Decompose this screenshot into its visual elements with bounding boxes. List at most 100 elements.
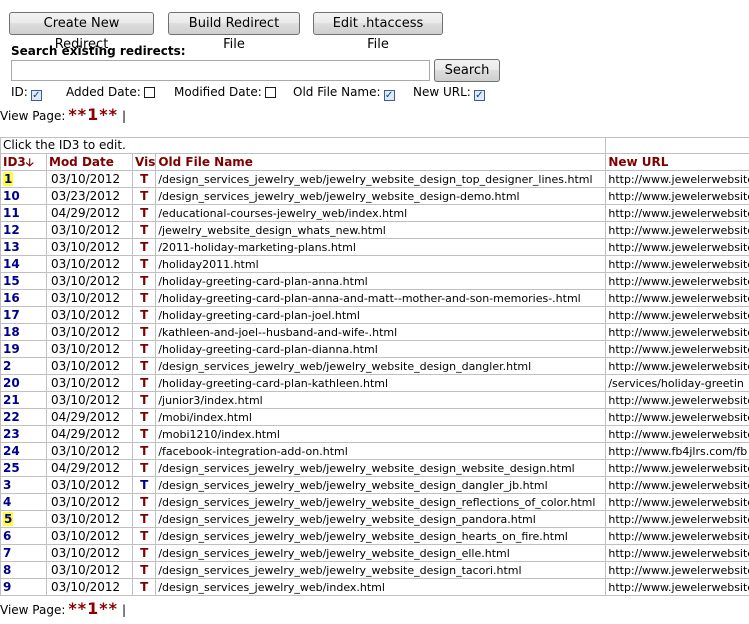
row-old-file-name: /design_services_jewelry_web/jewelry_web… <box>155 561 607 579</box>
row-mod-date: 03/10/2012 <box>46 544 133 562</box>
row-id-link[interactable]: 13 <box>3 240 20 254</box>
row-old-file-name: /design_services_jewelry_web/jewelry_web… <box>155 170 607 188</box>
row-visibility: T <box>131 187 157 205</box>
row-id-link[interactable]: 18 <box>3 325 20 339</box>
row-old-file-name: /holiday2011.html <box>155 255 607 273</box>
table-row: 6 03/10/2012 T/design_services_jewelry_web… <box>0 527 749 545</box>
row-visibility: T <box>131 527 157 545</box>
row-old-file-name: /design_services_jewelry_web/jewelry_web… <box>155 476 607 494</box>
row-id-link[interactable]: 2 <box>3 359 11 373</box>
row-id-link[interactable]: 9 <box>3 580 11 594</box>
row-id-link[interactable]: 3 <box>3 478 11 492</box>
row-old-file-name: /mobi/index.html <box>155 408 607 426</box>
header-id-label: ID3 <box>3 154 26 169</box>
row-old-file-name: /design_services_jewelry_web/jewelry_web… <box>155 527 607 545</box>
filter-new-url: New URL: <box>413 85 485 101</box>
row-visibility: T <box>131 476 157 494</box>
filter-id-checkbox[interactable] <box>30 90 42 101</box>
header-vis[interactable]: Vis <box>131 153 157 171</box>
row-id-link[interactable]: 24 <box>3 444 20 458</box>
row-new-url: http://www.jewelerwebsite <box>605 272 749 290</box>
row-id-cell: 5 <box>0 510 47 528</box>
row-mod-date: 03/10/2012 <box>46 272 133 290</box>
header-id[interactable]: ID3🡣 <box>0 153 47 171</box>
row-old-file-name: /facebook-integration-add-on.html <box>155 442 607 460</box>
row-id-link[interactable]: 22 <box>3 410 20 424</box>
row-old-file-name: /holiday-greeting-card-plan-dianna.html <box>155 340 607 358</box>
header-old-file-name[interactable]: Old File Name <box>155 153 607 171</box>
row-id-link[interactable]: 15 <box>3 274 20 288</box>
create-new-redirect-button[interactable]: Create New Redirect <box>9 12 154 52</box>
row-old-file-name: /holiday-greeting-card-plan-kathleen.htm… <box>155 374 607 392</box>
row-id-link[interactable]: 25 <box>3 461 20 475</box>
row-id-cell: 17 <box>0 306 47 324</box>
row-new-url: http://www.jewelerwebsite <box>605 306 749 324</box>
table-row: 25 04/29/2012 T/design_services_jewelry_we… <box>0 459 749 477</box>
search-input[interactable] <box>11 60 430 81</box>
row-id-cell: 6 <box>0 527 47 545</box>
row-old-file-name: /holiday-greeting-card-plan-joel.html <box>155 306 607 324</box>
row-new-url: http://www.jewelerwebsite <box>605 527 749 545</box>
row-visibility: T <box>131 374 157 392</box>
build-redirect-file-button[interactable]: Build Redirect File <box>168 12 300 52</box>
table-row: 4 03/10/2012 T/design_services_jewelry_web… <box>0 493 749 511</box>
filter-added-date-checkbox[interactable] <box>143 87 155 98</box>
row-id-link[interactable]: 11 <box>3 206 20 220</box>
row-id-link[interactable]: 4 <box>3 495 11 509</box>
pager-separator: | <box>122 603 127 617</box>
table-row: 9 03/10/2012 T/design_services_jewelry_web… <box>0 578 749 596</box>
row-old-file-name: /2011-holiday-marketing-plans.html <box>155 238 607 256</box>
edit-htaccess-button[interactable]: Edit .htaccess File <box>313 12 443 52</box>
table-row: 19 03/10/2012 T/holiday-greeting-card-plan… <box>0 340 749 358</box>
row-id-cell: 20 <box>0 374 47 392</box>
row-old-file-name: /junior3/index.html <box>155 391 607 409</box>
row-id-link[interactable]: 19 <box>3 342 20 356</box>
table-row: 3 03/10/2012 T/design_services_jewelry_web… <box>0 476 749 494</box>
row-visibility: T <box>131 544 157 562</box>
filter-old-file-name-checkbox[interactable] <box>383 90 395 101</box>
filter-modified-date-checkbox[interactable] <box>264 87 276 98</box>
row-new-url: http://www.jewelerwebsite <box>605 408 749 426</box>
row-id-cell: 12 <box>0 221 47 239</box>
table-header-row: ID3🡣 Mod Date Vis Old File Name New URL <box>0 153 749 171</box>
table-row: 21 03/10/2012 T/junior3/index.html http://w… <box>0 391 749 409</box>
row-visibility: T <box>131 289 157 307</box>
row-mod-date: 03/10/2012 <box>46 493 133 511</box>
filter-modified-date-label: Modified Date: <box>174 85 262 99</box>
row-new-url: http://www.jewelerwebsite <box>605 255 749 273</box>
row-id-link[interactable]: 12 <box>3 223 20 237</box>
row-mod-date: 03/10/2012 <box>46 442 133 460</box>
row-id-link[interactable]: 6 <box>3 529 11 543</box>
row-old-file-name: /design_services_jewelry_web/jewelry_web… <box>155 459 607 477</box>
row-new-url: http://www.jewelerwebsite <box>605 170 749 188</box>
row-id-link[interactable]: 10 <box>3 189 20 203</box>
row-id-link[interactable]: 17 <box>3 308 20 322</box>
header-new-url[interactable]: New URL <box>605 153 749 171</box>
row-id-link[interactable]: 14 <box>3 257 20 271</box>
row-new-url: http://www.fb4jlrs.com/fb <box>605 442 749 460</box>
row-new-url: http://www.jewelerwebsite <box>605 459 749 477</box>
row-id-link[interactable]: 20 <box>3 376 20 390</box>
row-id-link[interactable]: 23 <box>3 427 20 441</box>
row-old-file-name: /design_services_jewelry_web/jewelry_web… <box>155 493 607 511</box>
row-visibility: T <box>131 306 157 324</box>
filter-new-url-checkbox[interactable] <box>473 90 485 101</box>
row-old-file-name: /design_services_jewelry_web/jewelry_web… <box>155 510 607 528</box>
row-visibility: T <box>131 204 157 222</box>
row-new-url: http://www.jewelerwebsite <box>605 391 749 409</box>
row-id-link[interactable]: 16 <box>3 291 20 305</box>
row-id-link[interactable]: 5 <box>3 511 14 526</box>
filter-old-file-name: Old File Name: <box>293 85 395 101</box>
row-mod-date: 03/10/2012 <box>46 527 133 545</box>
table-caption: Click the ID3 to edit. <box>0 137 607 154</box>
header-mod-date[interactable]: Mod Date <box>46 153 133 171</box>
table-row: 11 04/29/2012 T/educational-courses-jewelr… <box>0 204 749 222</box>
search-button[interactable]: Search <box>434 59 500 82</box>
table-row: 24 03/10/2012 T/facebook-integration-add-o… <box>0 442 749 460</box>
row-id-link[interactable]: 8 <box>3 563 11 577</box>
row-id-link[interactable]: 7 <box>3 546 11 560</box>
row-id-link[interactable]: 1 <box>3 171 14 186</box>
row-id-link[interactable]: 21 <box>3 393 20 407</box>
row-id-cell: 13 <box>0 238 47 256</box>
row-old-file-name: /holiday-greeting-card-plan-anna.html <box>155 272 607 290</box>
